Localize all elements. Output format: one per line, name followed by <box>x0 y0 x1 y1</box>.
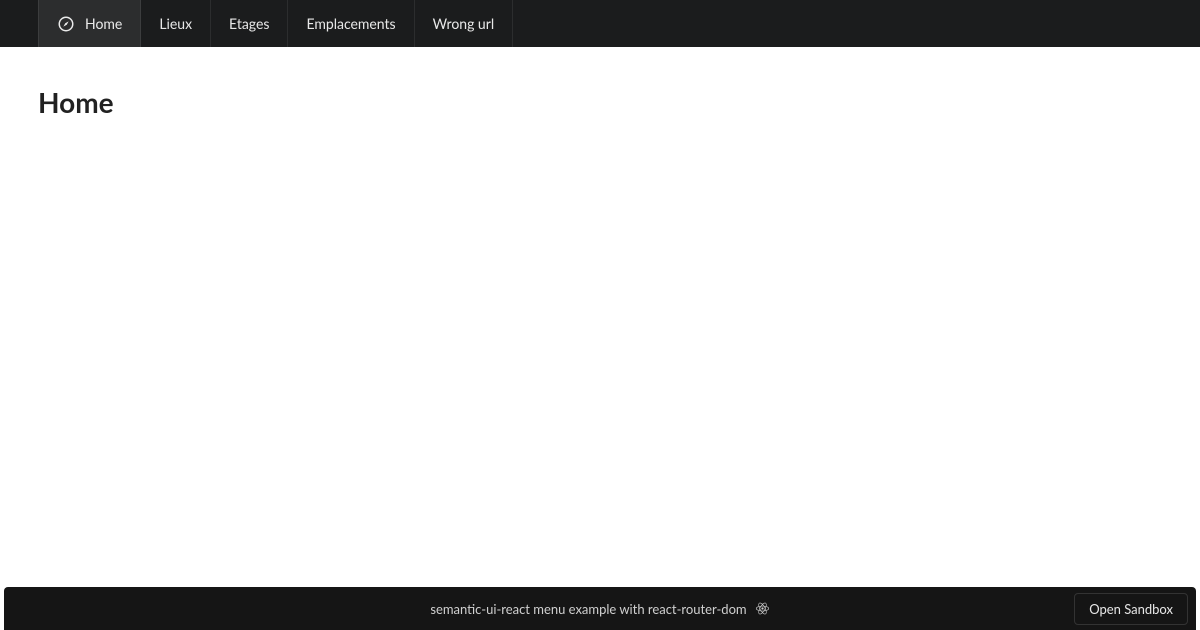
open-sandbox-button[interactable]: Open Sandbox <box>1074 593 1188 625</box>
nav-item-wrong-url[interactable]: Wrong url <box>415 0 514 47</box>
navbar: Home Lieux Etages Emplacements Wrong url <box>0 0 1200 47</box>
footer-text-content: semantic-ui-react menu example with reac… <box>430 601 746 617</box>
nav-label: Home <box>85 15 122 32</box>
nav-label: Emplacements <box>306 15 395 32</box>
compass-icon <box>57 15 75 33</box>
nav-label: Wrong url <box>433 15 495 32</box>
nav-item-emplacements[interactable]: Emplacements <box>288 0 414 47</box>
nav-label: Etages <box>229 15 269 32</box>
nav-item-etages[interactable]: Etages <box>211 0 288 47</box>
react-icon <box>755 601 770 616</box>
footer-bar: semantic-ui-react menu example with reac… <box>4 587 1196 630</box>
nav-item-home[interactable]: Home <box>38 0 141 47</box>
nav-label: Lieux <box>159 15 192 32</box>
nav-item-lieux[interactable]: Lieux <box>141 0 211 47</box>
page-title: Home <box>38 85 1162 119</box>
footer-description: semantic-ui-react menu example with reac… <box>430 601 769 617</box>
content-area: Home <box>0 47 1200 157</box>
